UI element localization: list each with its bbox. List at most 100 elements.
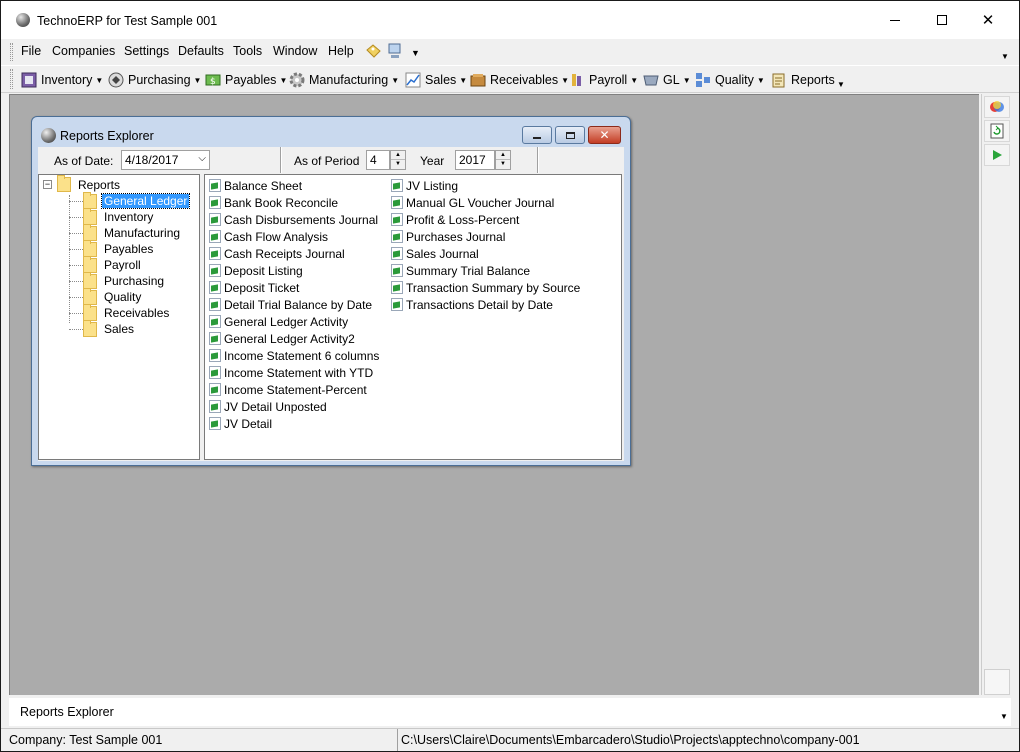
- toolbar-reports[interactable]: Reports: [771, 70, 835, 90]
- quality-icon: [696, 73, 710, 87]
- report-item[interactable]: Transaction Summary by Source: [391, 279, 580, 296]
- app-window: TechnoERP for Test Sample 001 ✕ File Com…: [1, 1, 1019, 751]
- report-item[interactable]: Balance Sheet: [209, 177, 379, 194]
- report-item[interactable]: Detail Trial Balance by Date: [209, 296, 379, 313]
- chevron-down-icon: ▼: [391, 75, 400, 85]
- period-input[interactable]: 4: [366, 150, 390, 170]
- report-item[interactable]: Transactions Detail by Date: [391, 296, 580, 313]
- report-item[interactable]: Bank Book Reconcile: [209, 194, 379, 211]
- report-item[interactable]: Cash Receipts Journal: [209, 245, 379, 262]
- report-category-tree[interactable]: − Reports General Ledger Inventory Manuf…: [38, 174, 200, 460]
- report-item[interactable]: Summary Trial Balance: [391, 262, 580, 279]
- tree-item-label: General Ledger: [100, 193, 191, 209]
- toolbar-overflow-chevron[interactable]: ▼: [837, 80, 845, 89]
- folder-icon: [83, 255, 97, 273]
- collapse-icon[interactable]: −: [43, 180, 52, 189]
- folder-icon: [83, 287, 97, 305]
- report-item[interactable]: Income Statement 6 columns: [209, 347, 379, 364]
- toolbar-receivables-label: Receivables: [490, 73, 559, 87]
- report-document-icon: [391, 230, 403, 243]
- toolbar-purchasing[interactable]: Purchasing ▼: [108, 70, 201, 90]
- report-item-label: Deposit Ticket: [224, 280, 300, 295]
- toolbar-inventory[interactable]: Inventory ▼: [21, 70, 103, 90]
- report-item-label: Cash Receipts Journal: [224, 246, 345, 261]
- child-close-button[interactable]: ✕: [588, 126, 621, 144]
- report-item[interactable]: Purchases Journal: [391, 228, 580, 245]
- report-item[interactable]: JV Detail: [209, 415, 379, 432]
- chevron-down-icon: ▼: [279, 75, 288, 85]
- window-icon: [41, 128, 56, 143]
- window-title: TechnoERP for Test Sample 001: [37, 14, 218, 28]
- report-item-label: Sales Journal: [406, 246, 479, 261]
- toolbar-grip[interactable]: [10, 69, 13, 89]
- menu-file[interactable]: File: [21, 44, 41, 58]
- run-button[interactable]: [984, 144, 1010, 166]
- as-of-date-field[interactable]: 4/18/2017 ⌵: [121, 150, 210, 170]
- report-item[interactable]: Profit & Loss-Percent: [391, 211, 580, 228]
- toolbar-manufacturing[interactable]: Manufacturing ▼: [289, 70, 399, 90]
- color-palette-button[interactable]: [984, 96, 1010, 118]
- toolbar-gl[interactable]: GL ▼: [643, 70, 691, 90]
- report-item[interactable]: Cash Flow Analysis: [209, 228, 379, 245]
- maximize-button[interactable]: [919, 1, 965, 39]
- report-item-label: Summary Trial Balance: [406, 263, 531, 278]
- menu-overflow-chevron[interactable]: ▼: [1001, 52, 1009, 61]
- toolbar-payroll[interactable]: Payroll ▼: [569, 70, 638, 90]
- menu-tools[interactable]: Tools: [233, 44, 262, 58]
- report-item[interactable]: JV Listing: [391, 177, 580, 194]
- payables-icon: $: [205, 74, 221, 87]
- report-item[interactable]: Manual GL Voucher Journal: [391, 194, 580, 211]
- menu-help[interactable]: Help: [328, 44, 354, 58]
- reports-explorer-body: As of Date: 4/18/2017 ⌵ As of Period 4 ▲…: [38, 147, 624, 461]
- child-minimize-button[interactable]: [522, 126, 552, 144]
- minimize-button[interactable]: [872, 1, 918, 39]
- tag-icon[interactable]: [365, 44, 381, 60]
- report-item[interactable]: Cash Disbursements Journal: [209, 211, 379, 228]
- toolbar-sales[interactable]: Sales ▼: [405, 70, 467, 90]
- report-item[interactable]: Sales Journal: [391, 245, 580, 262]
- menu-window[interactable]: Window: [273, 44, 317, 58]
- chevron-down-icon[interactable]: ▼: [1000, 712, 1008, 721]
- menu-companies[interactable]: Companies: [52, 44, 115, 58]
- refresh-button[interactable]: [984, 120, 1010, 142]
- menu-settings[interactable]: Settings: [124, 44, 169, 58]
- toolbar-payables[interactable]: $ Payables ▼: [205, 70, 287, 90]
- menu-grip[interactable]: [10, 43, 13, 61]
- gear-icon: [289, 72, 305, 88]
- year-label: Year: [420, 154, 445, 168]
- tree-item-sales[interactable]: Sales: [69, 319, 189, 337]
- child-restore-button[interactable]: [555, 126, 585, 144]
- report-document-icon: [209, 332, 221, 345]
- report-item-label: Cash Flow Analysis: [224, 229, 329, 244]
- year-spinner[interactable]: ▲ ▼: [495, 150, 511, 170]
- close-button[interactable]: ✕: [965, 1, 1011, 39]
- palette-icon: [990, 101, 1004, 112]
- report-item[interactable]: Deposit Ticket: [209, 279, 379, 296]
- report-item[interactable]: Income Statement-Percent: [209, 381, 379, 398]
- report-item[interactable]: General Ledger Activity: [209, 313, 379, 330]
- chevron-down-icon[interactable]: ⌵: [198, 153, 206, 164]
- report-item[interactable]: JV Detail Unposted: [209, 398, 379, 415]
- report-document-icon: [209, 230, 221, 243]
- report-list[interactable]: Balance Sheet Bank Book Reconcile Cash Dis…: [204, 174, 622, 460]
- report-document-icon: [209, 383, 221, 396]
- year-input[interactable]: 2017: [455, 150, 495, 170]
- chevron-down-icon: ▼: [682, 75, 691, 85]
- report-item[interactable]: Income Statement with YTD: [209, 364, 379, 381]
- report-item[interactable]: Deposit Listing: [209, 262, 379, 279]
- tree-root-reports[interactable]: − Reports: [43, 175, 122, 192]
- menu-dropdown-arrow[interactable]: ▼: [411, 48, 420, 58]
- period-spinner[interactable]: ▲ ▼: [390, 150, 406, 170]
- report-item-label: Deposit Listing: [224, 263, 303, 278]
- computer-icon[interactable]: [387, 43, 403, 61]
- report-item-label: Profit & Loss-Percent: [406, 212, 520, 227]
- toolbar-quality[interactable]: Quality ▼: [695, 70, 765, 90]
- as-of-date-label: As of Date:: [54, 154, 114, 168]
- toolbar-quality-label: Quality: [715, 73, 754, 87]
- report-document-icon: [391, 281, 403, 294]
- toolbar-receivables[interactable]: Receivables ▼: [470, 70, 569, 90]
- report-document-icon: [209, 417, 221, 430]
- tab-reports-explorer[interactable]: Reports Explorer: [20, 705, 114, 719]
- menu-defaults[interactable]: Defaults: [178, 44, 224, 58]
- report-item[interactable]: General Ledger Activity2: [209, 330, 379, 347]
